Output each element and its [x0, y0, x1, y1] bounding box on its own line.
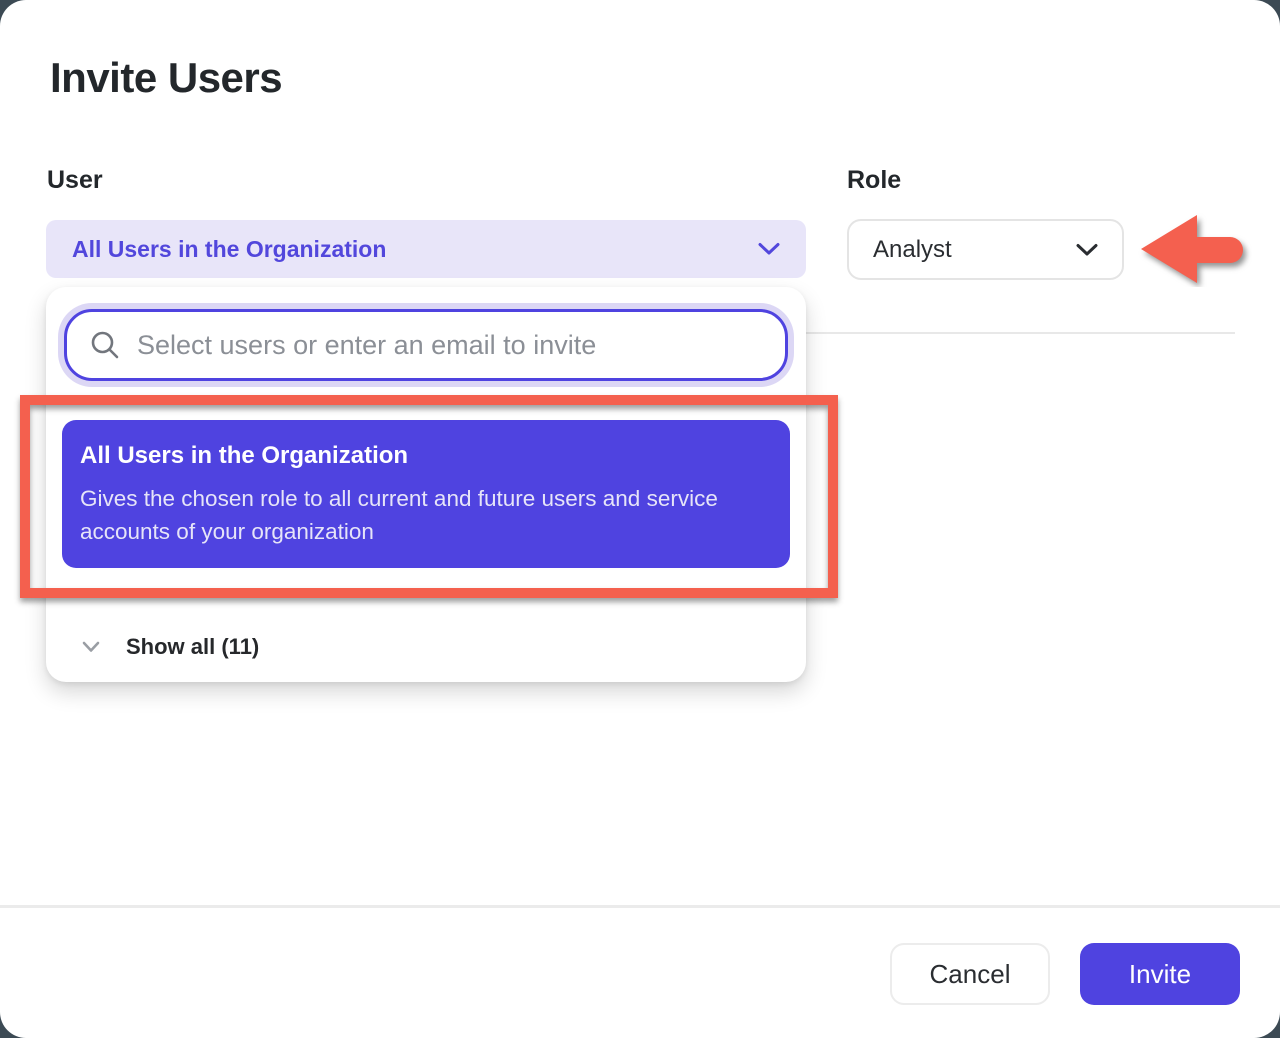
chevron-down-icon — [758, 242, 780, 256]
role-field-label: Role — [847, 166, 901, 195]
role-select-value: Analyst — [873, 236, 952, 264]
chevron-down-icon — [1076, 243, 1098, 257]
option-all-users-in-organization[interactable]: All Users in the Organization Gives the … — [62, 420, 790, 568]
user-field-label: User — [47, 166, 103, 195]
invite-users-modal: Invite Users User Role All Users in the … — [0, 0, 1280, 1038]
option-description: Gives the chosen role to all current and… — [80, 482, 764, 548]
user-select[interactable]: All Users in the Organization — [46, 220, 806, 278]
form-section-divider — [806, 332, 1235, 334]
user-select-value: All Users in the Organization — [72, 236, 386, 263]
show-all-toggle[interactable]: Show all (11) — [46, 625, 806, 669]
option-title: All Users in the Organization — [80, 442, 764, 470]
page-title: Invite Users — [50, 54, 282, 102]
role-select[interactable]: Analyst — [847, 219, 1124, 280]
user-search-box[interactable] — [64, 309, 788, 381]
search-icon — [89, 329, 121, 361]
invite-button[interactable]: Invite — [1080, 943, 1240, 1005]
cancel-button[interactable]: Cancel — [890, 943, 1050, 1005]
red-annotation-arrow-icon — [1138, 211, 1252, 287]
footer-divider — [0, 905, 1280, 908]
chevron-down-icon — [82, 641, 100, 653]
user-search-input[interactable] — [137, 330, 765, 361]
show-all-label: Show all (11) — [126, 634, 259, 660]
user-dropdown-panel: All Users in the Organization Gives the … — [46, 287, 806, 682]
